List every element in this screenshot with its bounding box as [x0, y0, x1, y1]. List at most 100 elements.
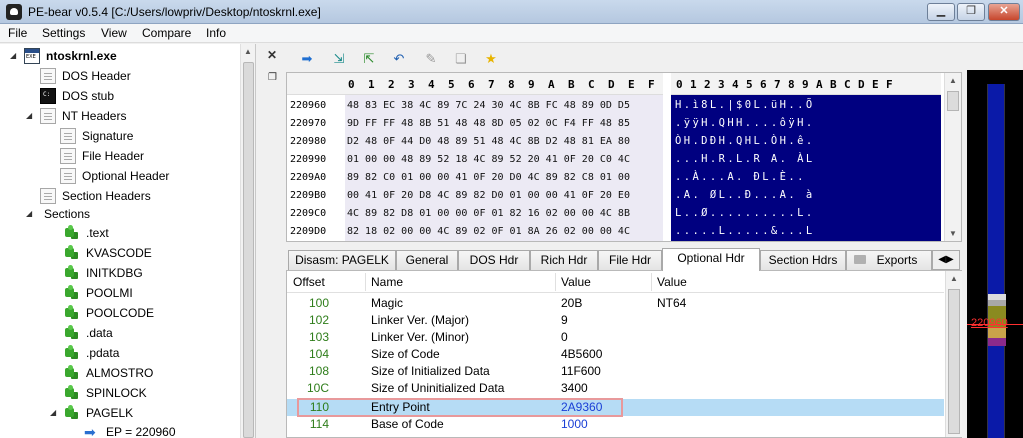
chevron-right-icon[interactable]: ▶	[946, 254, 954, 265]
tab-section-hdrs[interactable]: Section Hdrs	[760, 250, 846, 270]
cell-value[interactable]: 20B	[561, 296, 582, 310]
scroll-thumb[interactable]	[243, 62, 254, 438]
ascii-row[interactable]: H.ì8L.|$0L.üH..Õ	[675, 97, 815, 114]
menu-file[interactable]: File	[8, 26, 27, 40]
tree-item-section-initkdbg[interactable]: INITKDBG	[64, 264, 143, 282]
hex-bytes-row[interactable]: 01 00 00 48 89 52 18 4C 89 52 20 41 0F 2…	[347, 151, 630, 168]
tab-exports[interactable]: Exports	[846, 250, 932, 270]
collapse-icon[interactable]: ◢	[50, 408, 56, 417]
ascii-row[interactable]: ..À...A. ÐL.È..	[675, 169, 806, 186]
table-row-selected[interactable]: 110 Entry Point 2A9360	[287, 399, 944, 416]
maximize-button[interactable]: ❐	[957, 3, 985, 21]
tab-disasm[interactable]: Disasm: PAGELK	[288, 250, 396, 270]
tree-item-section-poolmi[interactable]: POOLMI	[64, 284, 133, 302]
cell-value[interactable]: 3400	[561, 381, 588, 395]
chevron-left-icon[interactable]: ◀	[938, 254, 946, 265]
tree-item-dos-stub[interactable]: DOS stub	[40, 87, 114, 105]
cell-value[interactable]: 4B5600	[561, 347, 602, 361]
tree-item-section-text[interactable]: .text	[64, 224, 109, 242]
tree-item-section-headers[interactable]: Section Headers	[40, 187, 151, 205]
collapse-icon[interactable]: ◢	[10, 51, 16, 60]
overview-column[interactable]	[987, 84, 1006, 438]
tree-item-signature[interactable]: Signature	[60, 127, 133, 145]
cell-value[interactable]: 9	[561, 313, 568, 327]
column-divider[interactable]	[651, 273, 652, 291]
column-header-offset[interactable]: Offset	[293, 275, 325, 289]
ascii-area[interactable]: H.ì8L.|$0L.üH..Õ .ÿÿH.QHH....ôÿH. ÒH.DÐH…	[671, 95, 941, 241]
copy-icon[interactable]: ❏	[452, 50, 470, 68]
close-panel-icon[interactable]: ✕	[267, 48, 277, 62]
table-row[interactable]: 114 Base of Code 1000	[287, 416, 944, 433]
tree-item-optional-header[interactable]: Optional Header	[60, 167, 169, 185]
column-header-name[interactable]: Name	[371, 275, 403, 289]
cell-value[interactable]: 2A9360	[561, 400, 602, 414]
star-icon[interactable]: ★	[482, 50, 500, 68]
tab-rich-hdr[interactable]: Rich Hdr	[530, 250, 598, 270]
scroll-down-icon[interactable]: ▼	[949, 229, 957, 238]
tree-item-sections[interactable]: ◢ Sections	[26, 205, 90, 223]
tab-file-hdr[interactable]: File Hdr	[598, 250, 662, 270]
tree-root[interactable]: ◢ ntoskrnl.exe	[10, 47, 117, 65]
hex-bytes-row[interactable]: 82 18 02 00 00 4C 89 02 0F 01 8A 26 02 0…	[347, 223, 630, 240]
hex-scrollbar[interactable]: ▲ ▼	[944, 73, 961, 241]
hex-bytes-row[interactable]: 89 82 C0 01 00 00 41 0F 20 D0 4C 89 82 C…	[347, 169, 630, 186]
tab-scroll-arrows[interactable]: ◀▶	[932, 250, 960, 270]
tab-general[interactable]: General	[396, 250, 458, 270]
file-overview-map[interactable]: 220960	[967, 70, 1023, 438]
hex-bytes-row[interactable]: 48 83 EC 38 4C 89 7C 24 30 4C 8B FC 48 8…	[347, 97, 630, 114]
column-header-value[interactable]: Value	[561, 275, 591, 289]
tree-item-section-spinlock[interactable]: SPINLOCK	[64, 384, 147, 402]
hex-bytes-row[interactable]: 9D FF FF 48 8B 51 48 48 8D 05 02 0C F4 F…	[347, 115, 630, 132]
cell-value[interactable]: 11F600	[561, 364, 601, 378]
table-row[interactable]: 102 Linker Ver. (Major) 9	[287, 312, 944, 329]
table-row[interactable]: 10C Size of Uninitialized Data 3400	[287, 380, 944, 397]
tree-item-section-kvascode[interactable]: KVASCODE	[64, 244, 152, 262]
scroll-up-icon[interactable]: ▲	[950, 274, 958, 283]
tree-item-section-data[interactable]: .data	[64, 324, 113, 342]
column-divider[interactable]	[365, 273, 366, 291]
scroll-up-icon[interactable]: ▲	[244, 47, 252, 56]
minimize-button[interactable]: ▁	[927, 3, 955, 21]
cell-value[interactable]: 0	[561, 330, 568, 344]
tree-item-section-pdata[interactable]: .pdata	[64, 344, 119, 362]
hex-bytes-area[interactable]: 48 83 EC 38 4C 89 7C 24 30 4C 8B FC 48 8…	[345, 95, 663, 241]
ascii-row[interactable]: .A. ØL..Ð...A. à	[675, 187, 815, 204]
ascii-row[interactable]: .....L.....&...L	[675, 223, 815, 240]
tree-item-dos-header[interactable]: DOS Header	[40, 67, 131, 85]
tab-dos-hdr[interactable]: DOS Hdr	[458, 250, 530, 270]
scroll-thumb[interactable]	[948, 289, 960, 434]
arrow-right-icon[interactable]: ➡	[298, 50, 316, 68]
float-panel-icon[interactable]: ❐	[268, 72, 277, 83]
collapse-icon[interactable]: ◢	[26, 209, 32, 218]
goto-icon[interactable]: ⇲	[330, 50, 348, 68]
menu-view[interactable]: View	[101, 26, 127, 40]
undo-icon[interactable]: ↶	[390, 50, 408, 68]
tree-item-nt-headers[interactable]: ◢ NT Headers	[26, 107, 126, 125]
collapse-icon[interactable]: ◢	[26, 111, 32, 120]
table-row[interactable]: 100 Magic 20B NT64	[287, 295, 944, 312]
column-header-value2[interactable]: Value	[657, 275, 687, 289]
export-icon[interactable]: ⇱	[360, 50, 378, 68]
ascii-row[interactable]: L..Ø..........L.	[675, 205, 815, 222]
tree-item-file-header[interactable]: File Header	[60, 147, 144, 165]
scroll-thumb[interactable]	[947, 91, 959, 111]
column-divider[interactable]	[555, 273, 556, 291]
pin-icon[interactable]: ✎	[422, 50, 440, 68]
cell-value[interactable]: 1000	[561, 417, 588, 431]
hex-bytes-row[interactable]: 00 41 0F 20 D8 4C 89 82 D0 01 00 00 41 0…	[347, 187, 630, 204]
menu-compare[interactable]: Compare	[142, 26, 191, 40]
tree-item-section-pagelk[interactable]: ◢ PAGELK	[50, 404, 133, 422]
tree-item-section-almostro[interactable]: ALMOSTRO	[64, 364, 153, 382]
ascii-row[interactable]: .ÿÿH.QHH....ôÿH.	[675, 115, 815, 132]
tree-scrollbar[interactable]: ▲	[240, 44, 255, 438]
close-button[interactable]: ✕	[988, 3, 1020, 21]
tree-item-section-poolcode[interactable]: POOLCODE	[64, 304, 154, 322]
scroll-up-icon[interactable]: ▲	[949, 76, 957, 85]
tab-optional-hdr[interactable]: Optional Hdr	[662, 248, 760, 271]
hex-bytes-row[interactable]: D2 48 0F 44 D0 48 89 51 48 4C 8B D2 48 8…	[347, 133, 630, 150]
table-row[interactable]: 104 Size of Code 4B5600	[287, 346, 944, 363]
table-row[interactable]: 108 Size of Initialized Data 11F600	[287, 363, 944, 380]
hex-bytes-row[interactable]: 4C 89 82 D8 01 00 00 0F 01 82 16 02 00 0…	[347, 205, 630, 222]
ascii-row[interactable]: ...H.R.L.R A. ÀL	[675, 151, 815, 168]
menu-settings[interactable]: Settings	[42, 26, 85, 40]
